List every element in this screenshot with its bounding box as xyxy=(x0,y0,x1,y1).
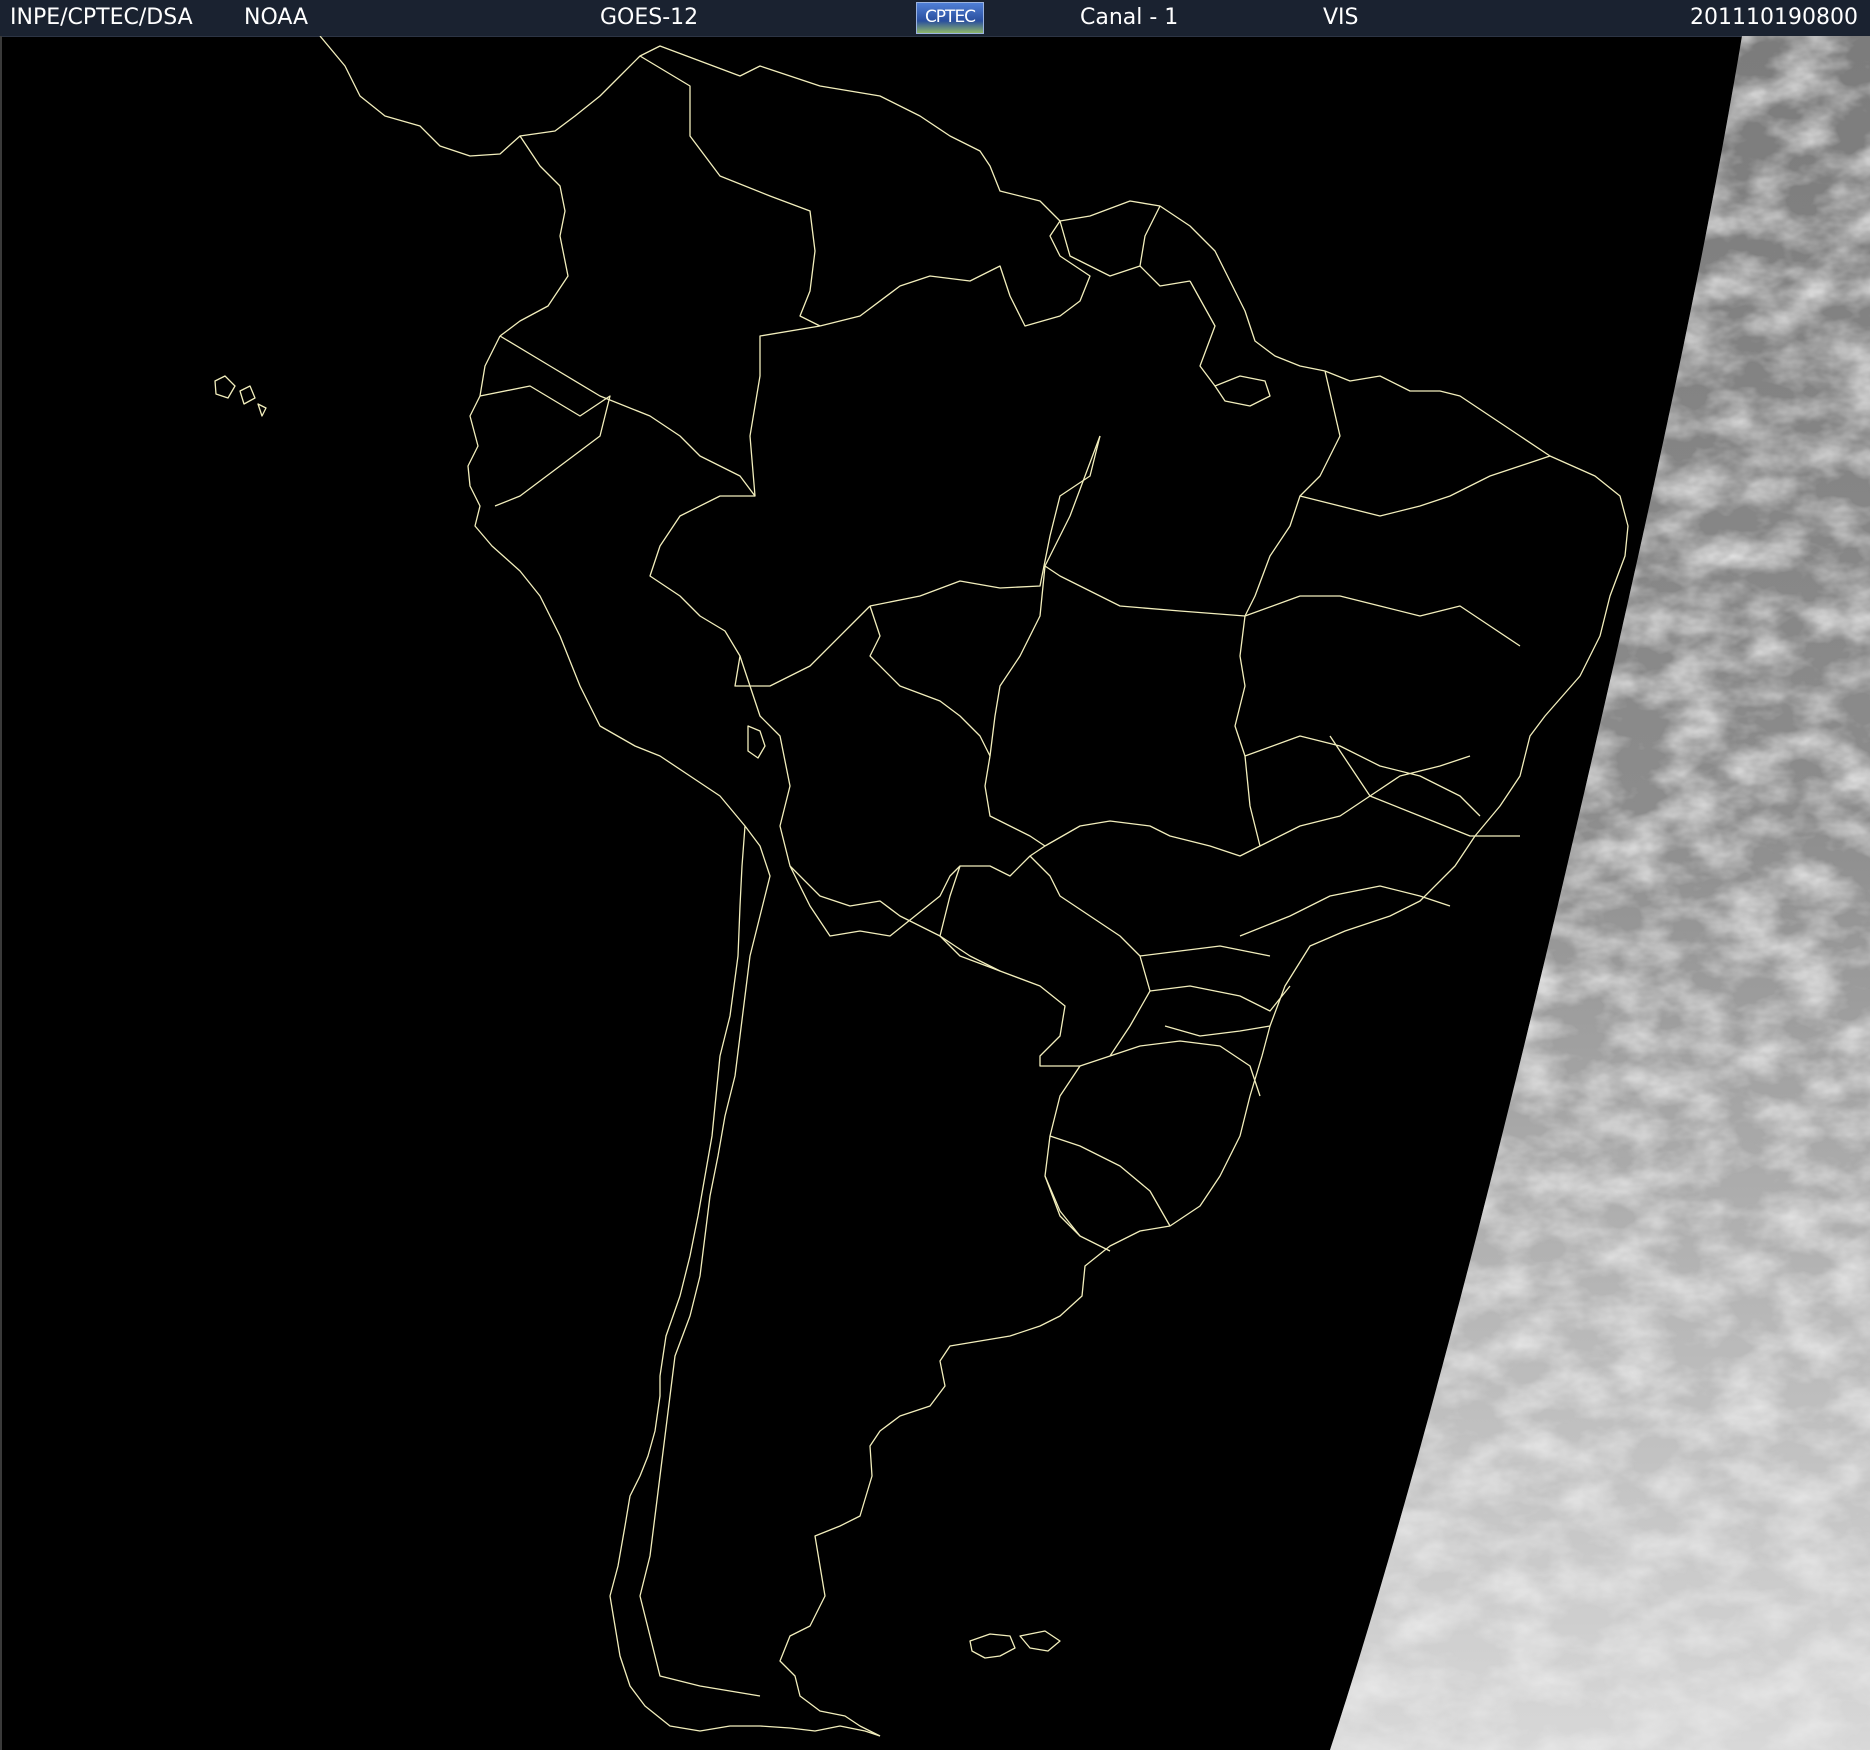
border-guyana xyxy=(1059,220,1191,287)
lake-titicaca xyxy=(747,725,766,759)
falkland-islands xyxy=(969,1630,1061,1659)
cptec-logo-icon: CPTEC xyxy=(916,2,984,34)
satellite-map xyxy=(214,36,1870,1750)
border-ecuador-peru xyxy=(479,385,611,507)
border-argentina-chile xyxy=(639,825,771,1697)
border-amapa xyxy=(1189,280,1216,387)
logo-text: CPTEC xyxy=(924,7,976,27)
cloud-texture xyxy=(1330,36,1870,1750)
border-brazil-south xyxy=(1044,1040,1261,1252)
caribbean-coast xyxy=(519,45,1326,372)
border-bolivia xyxy=(739,655,1046,937)
satellite-label: GOES-12 xyxy=(600,5,699,30)
timestamp-label: 201110190800 xyxy=(1690,5,1858,30)
border-amazonas xyxy=(869,435,1101,607)
galapagos-islands xyxy=(214,375,267,417)
central-america-coast xyxy=(319,36,569,337)
border-argentina-north xyxy=(789,865,1001,972)
band-label: VIS xyxy=(1323,5,1359,30)
pacific-coast xyxy=(467,335,881,1737)
source-label: INPE/CPTEC/DSA xyxy=(10,5,193,30)
border-colombia-venezuela xyxy=(639,55,821,327)
border-peru-brazil xyxy=(649,495,871,687)
border-brazil-states-south xyxy=(1139,945,1291,1037)
border-para xyxy=(1044,370,1341,617)
marajo-island xyxy=(1214,375,1271,407)
header-bar: INPE/CPTEC/DSA NOAA GOES-12 CPTEC Canal … xyxy=(0,0,1870,37)
border-colombia-peru-ecuador xyxy=(499,325,821,497)
border-paraguay xyxy=(939,855,1151,1067)
channel-label: Canal - 1 xyxy=(1080,5,1179,30)
border-mato-grosso xyxy=(989,565,1261,857)
border-suriname xyxy=(1139,205,1161,267)
border-venezuela-brazil xyxy=(819,220,1091,327)
border-brazil-states-east xyxy=(1239,455,1551,937)
border-uruguay xyxy=(1044,1135,1171,1237)
border-rondonia xyxy=(869,605,1046,847)
agency-label: NOAA xyxy=(244,5,309,30)
